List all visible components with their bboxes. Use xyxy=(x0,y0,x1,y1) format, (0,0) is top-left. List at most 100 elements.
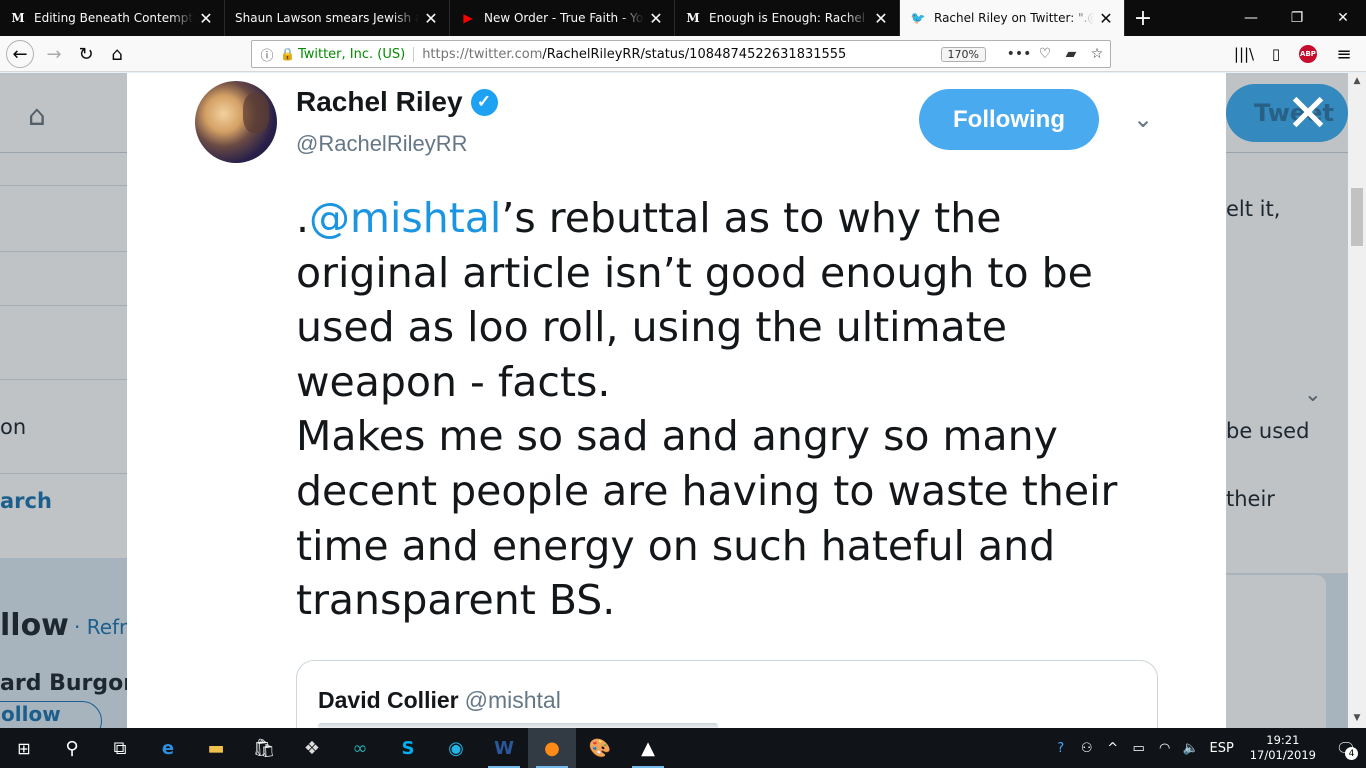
windows-start-icon[interactable]: ⊞ xyxy=(0,728,48,768)
tweet-text-fragment: . xyxy=(296,194,310,242)
clock-date: 17/01/2019 xyxy=(1249,748,1316,762)
tweet-line: original article isn’t good enough to be xyxy=(296,248,1093,297)
battery-icon[interactable]: ▭ xyxy=(1126,741,1152,756)
author-name[interactable]: Rachel Riley ✓ xyxy=(296,86,498,118)
new-tab-button[interactable]: + xyxy=(1125,0,1161,36)
divider xyxy=(0,305,127,306)
photos-icon[interactable]: ▲ xyxy=(624,728,672,768)
quoted-tweet[interactable]: David Collier @mishtal xyxy=(296,660,1158,728)
tweet-line: used as loo roll, using the ultimate xyxy=(296,303,1007,352)
divider xyxy=(0,379,127,380)
youtube-favicon-icon: ▶ xyxy=(463,11,473,25)
reload-icon[interactable]: ↻ xyxy=(72,40,100,68)
tweet-line: .@mishtal’s rebuttal as to why the xyxy=(296,191,1176,246)
tab-title: Rachel Riley on Twitter: ".@mist xyxy=(934,11,1094,25)
notification-count: 4 xyxy=(1345,747,1358,760)
task-view-icon[interactable]: ⧉ xyxy=(96,728,144,768)
mention-link[interactable]: @mishtal xyxy=(309,194,501,242)
back-arrow-icon[interactable]: ← xyxy=(6,40,34,68)
hamburger-menu-icon[interactable]: ≡ xyxy=(1330,40,1358,68)
scroll-up-arrow-icon[interactable]: ▲ xyxy=(1351,76,1363,88)
pocket-icon[interactable]: ♡ xyxy=(1032,46,1058,62)
people-icon[interactable]: ⚇ xyxy=(1074,741,1100,756)
tweet-line: decent people are having to waste their xyxy=(296,466,1118,515)
medium-favicon-icon: M xyxy=(686,11,700,25)
dropbox-icon[interactable]: ❖ xyxy=(288,728,336,768)
browser-tab[interactable]: ▶ New Order - True Faith - YouTu ✕ xyxy=(450,0,675,36)
action-center-icon[interactable]: 🗨4 xyxy=(1326,728,1366,768)
skype-icon[interactable]: S xyxy=(384,728,432,768)
close-tab-icon[interactable]: ✕ xyxy=(873,9,889,28)
tab-title: Enough is Enough: Rachel Riley xyxy=(709,11,869,25)
adblock-icon[interactable]: ABP xyxy=(1294,40,1322,68)
windows-taskbar: ⊞ ⚲ ⧉ e ▬ 🛍 ❖ ∞ S ◉ W ● 🎨 ▲ ? ⚇ ^ ▭ ◠ 🔈 … xyxy=(0,728,1366,768)
browser-tab-active[interactable]: 🐦 Rachel Riley on Twitter: ".@mist ✕ xyxy=(900,0,1125,36)
tweet-text: .@mishtal’s rebuttal as to why the origi… xyxy=(296,191,1176,628)
restore-icon[interactable]: ❐ xyxy=(1274,0,1320,36)
tweet-line: Makes me so sad and angry so many xyxy=(296,412,1058,461)
divider xyxy=(0,185,127,186)
input-language[interactable]: ESP xyxy=(1204,741,1240,756)
screenshot-icon[interactable]: ▰ xyxy=(1058,46,1084,62)
scrollbar-thumb[interactable] xyxy=(1351,188,1363,246)
edge-browser-icon[interactable]: e xyxy=(144,728,192,768)
home-icon[interactable]: ⌂ xyxy=(103,40,131,68)
firefox-icon[interactable]: ● xyxy=(528,728,576,768)
tweet-permalink-modal: Rachel Riley ✓ @RachelRileyRR Following … xyxy=(127,73,1226,728)
close-tab-icon[interactable]: ✕ xyxy=(198,9,214,28)
divider xyxy=(0,251,127,252)
browser-tab[interactable]: Shaun Lawson smears Jewish anti-r ✕ xyxy=(225,0,450,36)
clock[interactable]: 19:21 17/01/2019 xyxy=(1240,733,1326,763)
close-tab-icon[interactable]: ✕ xyxy=(423,9,439,28)
browser-tab[interactable]: M Editing Beneath Contempt: How ✕ xyxy=(0,0,225,36)
bg-who-to-follow-heading: llow xyxy=(0,608,69,643)
scroll-down-arrow-icon[interactable]: ▼ xyxy=(1351,713,1363,725)
paint-icon[interactable]: 🎨 xyxy=(576,728,624,768)
search-icon[interactable]: ⚲ xyxy=(48,728,96,768)
arduino-icon[interactable]: ∞ xyxy=(336,728,384,768)
url-path: /RachelRileyRR/status/108487452263183155… xyxy=(542,46,847,62)
author-handle[interactable]: @RachelRileyRR xyxy=(296,131,468,157)
browser-tab[interactable]: M Enough is Enough: Rachel Riley ✕ xyxy=(675,0,900,36)
author-name-text[interactable]: Rachel Riley xyxy=(296,86,463,118)
close-tab-icon[interactable]: ✕ xyxy=(648,9,664,28)
close-modal-icon[interactable]: ✕ xyxy=(1284,88,1332,140)
bookmark-star-icon[interactable]: ☆ xyxy=(1084,46,1110,62)
bg-left-column: on arch llow · Refres ard Burgon xyxy=(0,153,150,728)
file-explorer-icon[interactable]: ▬ xyxy=(192,728,240,768)
tab-title: New Order - True Faith - YouTu xyxy=(484,11,644,25)
quoted-author-name: David Collier xyxy=(318,687,459,713)
bg-follow-button: ollow xyxy=(0,701,102,728)
site-identity[interactable]: Twitter, Inc. (US) xyxy=(298,46,415,62)
help-icon[interactable]: ? xyxy=(1048,741,1074,756)
tweet-line: time and energy on such hateful and xyxy=(296,521,1056,570)
sidebar-icon[interactable]: ▯ xyxy=(1262,40,1290,68)
library-icon[interactable]: |||\ xyxy=(1230,40,1258,68)
chevron-down-icon[interactable]: ⌄ xyxy=(1127,105,1159,137)
tab-title: Shaun Lawson smears Jewish anti-r xyxy=(235,11,419,25)
page-scrollbar[interactable] xyxy=(1348,73,1366,728)
bg-right-column: elt it, ⌄ be used their xyxy=(1226,153,1366,728)
url-text[interactable]: https://twitter.com/RachelRileyRR/status… xyxy=(422,47,940,62)
home-icon: ⌂ xyxy=(28,99,46,132)
volume-icon[interactable]: 🔈 xyxy=(1178,741,1204,756)
wifi-icon[interactable]: ◠ xyxy=(1152,741,1178,756)
tweet-line: weapon - facts. xyxy=(296,357,611,406)
system-tray: ? ⚇ ^ ▭ ◠ 🔈 ESP 19:21 17/01/2019 🗨4 xyxy=(1048,728,1366,768)
info-icon[interactable]: ⓘ xyxy=(256,45,278,64)
store-icon[interactable]: 🛍 xyxy=(240,728,288,768)
network-app-icon[interactable]: ◉ xyxy=(432,728,480,768)
close-window-icon[interactable]: ✕ xyxy=(1320,0,1366,36)
address-bar[interactable]: ⓘ 🔒 Twitter, Inc. (US) https://twitter.c… xyxy=(251,40,1111,68)
minimize-icon[interactable]: — xyxy=(1228,0,1274,36)
word-icon[interactable]: W xyxy=(480,728,528,768)
forward-arrow-icon[interactable]: → xyxy=(40,40,68,68)
following-button[interactable]: Following xyxy=(919,89,1099,150)
bg-text-fragment: be used xyxy=(1226,419,1310,443)
tab-title: Editing Beneath Contempt: How xyxy=(34,11,194,25)
page-actions-icon[interactable]: ••• xyxy=(1006,46,1032,62)
tray-chevron-up-icon[interactable]: ^ xyxy=(1100,741,1126,756)
avatar[interactable] xyxy=(195,81,277,163)
zoom-indicator[interactable]: 170% xyxy=(940,46,986,62)
close-tab-icon[interactable]: ✕ xyxy=(1098,9,1114,28)
